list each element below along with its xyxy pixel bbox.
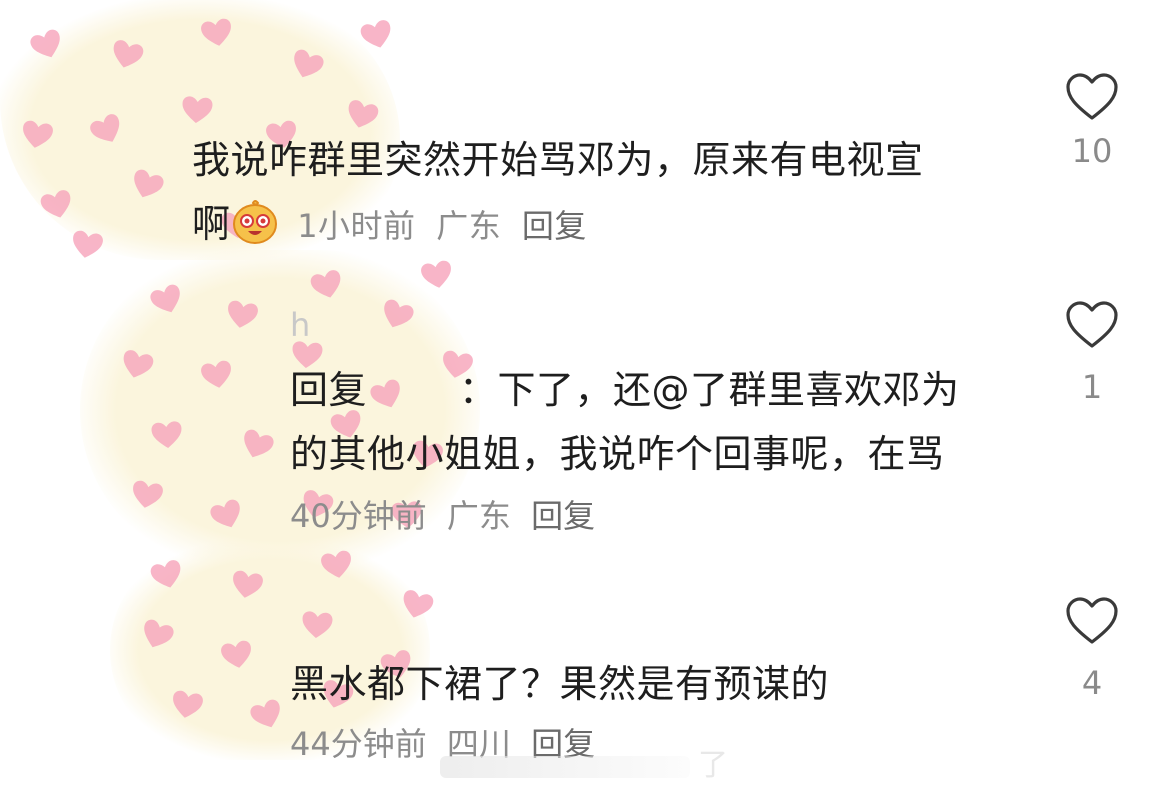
heart-decoration-icon (23, 120, 53, 148)
heart-decoration-icon (173, 690, 203, 718)
heart-decoration-icon (302, 611, 333, 638)
heart-decoration-icon (151, 421, 182, 448)
comment-1: 我说咋群里突然开始骂邓为，原来有电视宣 啊 1小时前 广东 回复 (192, 128, 1022, 256)
comment-1-time: 1小时前 (297, 207, 416, 245)
comment-2-location: 广东 (446, 497, 511, 535)
watermark: 了 (440, 740, 730, 784)
comment-2-text: 回复 ：下了，还@了群里喜欢邓为 的其他小姐姐，我说咋个回事呢，在骂 (290, 368, 960, 476)
comment-3-like-count: 4 (1081, 664, 1103, 702)
comment-3-text: 黑水都下裙了？果然是有预谋的 (290, 662, 830, 706)
reply-avatar-initial: h (290, 306, 311, 344)
comment-1-like-count: 10 (1071, 132, 1113, 170)
heart-decoration-icon (233, 570, 263, 598)
heart-decoration-icon (73, 230, 103, 258)
heart-outline-icon[interactable] (1065, 596, 1119, 646)
heart-decoration-icon (321, 550, 351, 578)
heart-decoration-icon (228, 300, 258, 328)
comment-2-time: 40分钟前 (290, 497, 427, 535)
comment-1-text: 我说咋群里突然开始骂邓为，原来有电视宣 啊 1小时前 广东 回复 (192, 138, 924, 246)
heart-decoration-icon (133, 480, 163, 508)
heart-decoration-icon (221, 640, 251, 668)
heart-outline-icon[interactable] (1065, 300, 1119, 350)
comment-1-location: 广东 (436, 207, 502, 245)
heart-decoration-icon (182, 96, 213, 123)
heart-decoration-icon (201, 18, 231, 46)
comment-3-like[interactable]: 4 (1052, 596, 1132, 702)
heart-decoration-icon (421, 260, 451, 288)
comment-2: 回复 ：下了，还@了群里喜欢邓为 的其他小姐姐，我说咋个回事呢，在骂 40分钟前 … (290, 358, 1030, 540)
comment-1-like[interactable]: 10 (1052, 72, 1132, 170)
heart-outline-icon[interactable] (1065, 72, 1119, 122)
comment-3-time: 44分钟前 (290, 725, 427, 763)
grinning-face-icon (232, 200, 277, 244)
comment-1-reply-button[interactable]: 回复 (522, 207, 587, 245)
comment-2-meta: 40分钟前 广东 回复 (290, 492, 1030, 540)
heart-decoration-icon (360, 20, 391, 48)
comment-2-like[interactable]: 1 (1052, 300, 1132, 406)
comment-2-reply-button[interactable]: 回复 (531, 497, 595, 535)
heart-decoration-icon (201, 360, 231, 388)
comment-2-like-count: 1 (1081, 368, 1103, 406)
